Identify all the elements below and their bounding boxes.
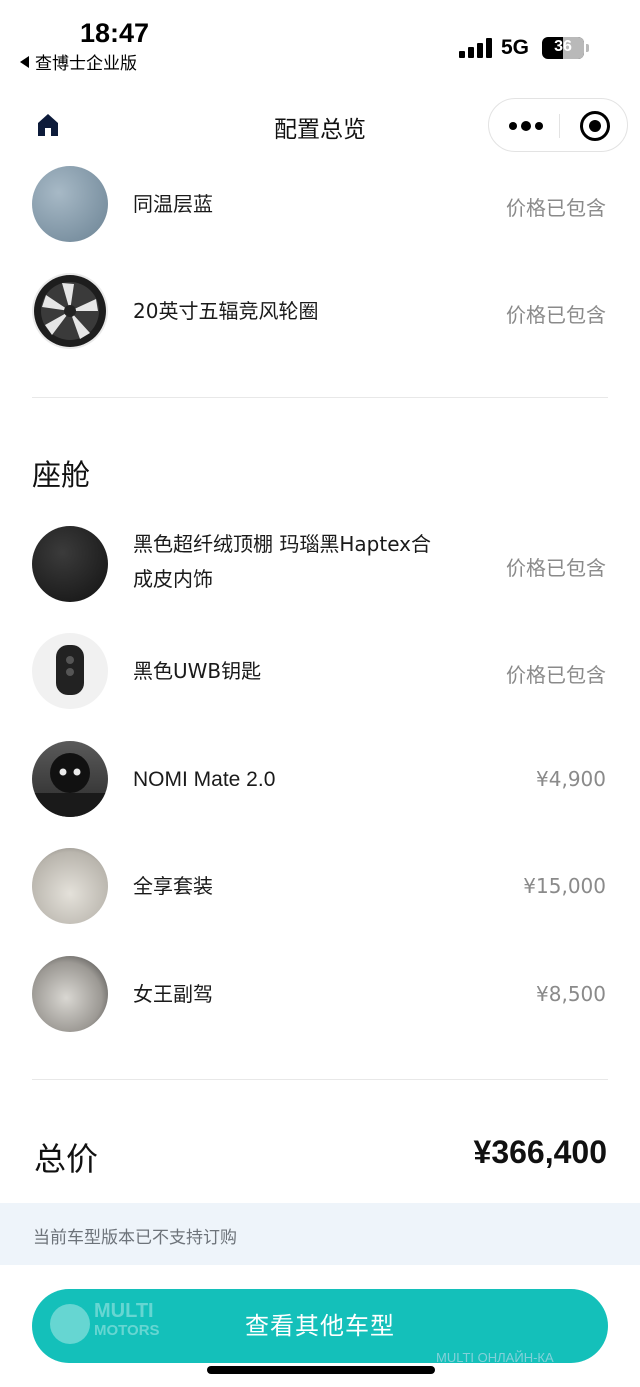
signal-icon [459, 38, 493, 58]
nav-bar: 配置总览 [0, 94, 640, 154]
list-item: 全享套装 ¥15,000 [0, 847, 640, 927]
list-item: NOMI Mate 2.0 ¥4,900 [0, 740, 640, 820]
list-item: 黑色UWB钥匙 价格已包含 [0, 632, 640, 712]
watermark-text: MULTI ОНЛАЙН-КА [436, 1350, 554, 1365]
item-price: ¥15,000 [523, 874, 606, 898]
item-name: 黑色超纤绒顶棚 玛瑙黑Haptex合成皮内饰 [133, 532, 431, 591]
battery-icon: 36 [542, 37, 584, 59]
passenger-seat-thumb [32, 956, 108, 1032]
item-price: ¥8,500 [536, 982, 606, 1006]
back-app-label: 查博士企业版 [35, 54, 137, 74]
color-swatch-thumb [32, 166, 108, 242]
home-indicator[interactable] [207, 1366, 435, 1374]
item-price: 价格已包含 [506, 303, 606, 327]
target-circle-icon[interactable] [580, 111, 610, 141]
more-dots-icon[interactable] [509, 117, 543, 135]
watermark-logo: MULTI MOTORS [50, 1298, 190, 1354]
list-item: 同温层蓝 价格已包含 [0, 165, 640, 245]
section-title-cabin: 座舱 [32, 458, 91, 492]
nomi-mate-thumb [32, 741, 108, 817]
wheel-thumb [32, 273, 108, 349]
mini-program-capsule [488, 98, 628, 152]
item-price: 价格已包含 [506, 196, 606, 220]
list-item: 20英寸五辐竞风轮圈 价格已包含 [0, 272, 640, 352]
notice-banner: 当前车型版本已不支持订购 [0, 1203, 640, 1265]
item-price: 价格已包含 [506, 663, 606, 687]
item-name: 全享套装 [133, 874, 213, 898]
item-name: NOMI Mate 2.0 [133, 768, 276, 791]
capsule-divider [559, 114, 560, 138]
back-arrow-icon [20, 55, 29, 68]
battery-level: 36 [554, 38, 572, 55]
status-time: 18:47 [80, 18, 150, 48]
total-label: 总价 [34, 1140, 99, 1178]
seats-thumb [32, 848, 108, 924]
list-item: 女王副驾 ¥8,500 [0, 955, 640, 1035]
divider [32, 1079, 608, 1080]
item-name: 女王副驾 [133, 982, 213, 1006]
item-name: 20英寸五辐竞风轮圈 [133, 299, 319, 323]
divider [32, 397, 608, 398]
item-price: ¥4,900 [536, 767, 606, 791]
battery-tip [586, 44, 589, 52]
back-to-app-link[interactable]: 查博士企业版 [20, 49, 137, 74]
list-item: 黑色超纤绒顶棚 玛瑙黑Haptex合成皮内饰 价格已包含 [0, 525, 640, 605]
interior-fabric-thumb [32, 526, 108, 602]
item-name: 黑色UWB钥匙 [133, 659, 262, 683]
item-price: 价格已包含 [506, 556, 606, 580]
uwb-key-thumb [32, 633, 108, 709]
status-bar: 18:47 查博士企业版 5G 36 [0, 0, 640, 80]
network-type: 5G [501, 36, 530, 59]
notice-text: 当前车型版本已不支持订购 [33, 1228, 237, 1248]
total-price: ¥366,400 [473, 1134, 607, 1170]
item-name: 同温层蓝 [133, 192, 213, 216]
